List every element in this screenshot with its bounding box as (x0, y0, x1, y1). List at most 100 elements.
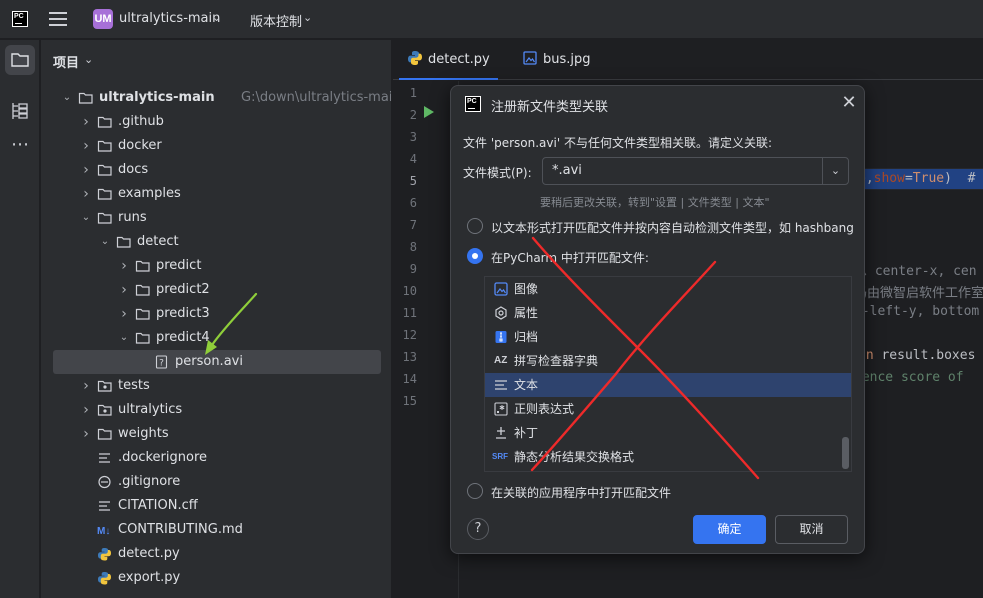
code-line-14: dence score of (854, 370, 964, 385)
structure-icon (12, 103, 28, 119)
list-scrollbar[interactable] (842, 437, 849, 469)
chevron-right-icon[interactable]: › (118, 278, 130, 302)
chevron-right-icon[interactable]: › (118, 254, 130, 278)
list-item-spellchecker-dictionary[interactable]: AZ 拼写检查器字典 (485, 349, 851, 373)
list-item-regex[interactable]: 正则表达式 (485, 397, 851, 421)
chevron-right-icon[interactable]: › (80, 398, 92, 422)
folder-icon (97, 116, 112, 128)
radio-open-as-text-label[interactable]: 以文本形式打开匹配文件并按内容自动检测文件类型，如 hashbang (491, 219, 854, 236)
panel-title[interactable]: 项目 (53, 52, 79, 71)
tree-item-person-avi[interactable]: ? person.avi (53, 350, 381, 374)
radio-open-in-pycharm[interactable] (467, 248, 483, 264)
line-number: 3 (409, 130, 417, 144)
tree-item-gitignore[interactable]: .gitignore (53, 470, 381, 494)
chevron-down-icon[interactable]: ⌄ (84, 53, 93, 66)
project-name[interactable]: ultralytics-main (119, 11, 220, 26)
tree-item-label: CITATION.cff (118, 498, 198, 513)
chevron-down-icon[interactable]: ⌄ (822, 158, 848, 184)
list-item-properties[interactable]: 属性 (485, 301, 851, 325)
tree-item-label: runs (118, 210, 147, 225)
tree-item-citation-cff[interactable]: CITATION.cff (53, 494, 381, 518)
file-pattern-value[interactable]: *.avi (552, 163, 582, 178)
tree-item-label: ultralytics-main (99, 90, 215, 105)
structure-tool-button[interactable] (5, 96, 35, 126)
radio-open-associated-app[interactable] (467, 483, 483, 499)
tree-item-export-py[interactable]: export.py (53, 566, 381, 590)
tree-item-predict[interactable]: › predict (53, 254, 381, 278)
list-item-image[interactable]: 图像 (485, 277, 851, 301)
tree-item-dockerignore[interactable]: .dockerignore (53, 446, 381, 470)
chevron-right-icon[interactable]: › (80, 182, 92, 206)
tab-bus-jpg[interactable]: bus.jpg (523, 40, 591, 80)
tree-item-ultralytics[interactable]: › ultralytics (53, 398, 381, 422)
list-item-label: 属性 (514, 306, 539, 320)
tree-item-label: detect (137, 234, 179, 249)
chevron-right-icon[interactable]: › (80, 422, 92, 446)
file-pattern-combo[interactable]: *.avi ⌄ (542, 157, 849, 185)
tree-item-label: predict3 (156, 306, 210, 321)
line-number: 8 (409, 240, 417, 254)
tree-item-contributing-md[interactable]: M↓ CONTRIBUTING.md (53, 518, 381, 542)
chevron-down-icon[interactable]: ⌄ (303, 11, 312, 24)
project-avatar[interactable]: UM (93, 9, 113, 29)
svg-text:?: ? (159, 359, 164, 369)
more-tools-icon[interactable]: ⋯ (5, 136, 35, 166)
code-line-10: 码由微智启软件工作室 (854, 286, 983, 301)
chevron-down-icon[interactable]: ⌄ (212, 11, 221, 24)
chevron-right-icon[interactable]: › (118, 302, 130, 326)
tree-item-predict2[interactable]: › predict2 (53, 278, 381, 302)
chevron-right-icon[interactable]: › (80, 374, 92, 398)
line-number: 7 (409, 218, 417, 232)
project-tool-button[interactable] (5, 45, 35, 75)
tree-item-ultralytics-main[interactable]: ⌄ ultralytics-main G:\down\ultralytics-mai… (53, 86, 391, 110)
tree-item-docker[interactable]: › docker (53, 134, 381, 158)
run-icon[interactable] (424, 106, 434, 118)
sarif-icon: SRF (492, 452, 508, 461)
radio-open-in-pycharm-label[interactable]: 在PyCharm 中打开匹配文件: (491, 249, 649, 266)
chevron-right-icon[interactable]: › (80, 134, 92, 158)
chevron-right-icon[interactable]: › (80, 158, 92, 182)
tree-item-detect[interactable]: ⌄ detect (53, 230, 381, 254)
file-type-list[interactable]: 图像 属性 归档 AZ 拼写检查器字典 文本 正则表达式 补丁 SRF 静态分析… (484, 276, 852, 472)
tree-item-runs[interactable]: ⌄ runs (53, 206, 381, 230)
tree-item-tests[interactable]: › tests (53, 374, 381, 398)
cancel-button[interactable]: 取消 (775, 515, 848, 544)
package-folder-icon (97, 380, 112, 392)
tree-item-label: person.avi (175, 354, 243, 369)
list-item-archive[interactable]: 归档 (485, 325, 851, 349)
tree-item-docs[interactable]: › docs (53, 158, 381, 182)
register-file-type-dialog: PC 注册新文件类型关联 ✕ 文件 'person.avi' 不与任何文件类型相… (450, 85, 865, 554)
tree-item-predict3[interactable]: › predict3 (53, 302, 381, 326)
folder-icon (116, 236, 131, 248)
tree-item-detect-py[interactable]: detect.py (53, 542, 381, 566)
tree-item-examples[interactable]: › examples (53, 182, 381, 206)
list-item-text[interactable]: 文本 (485, 373, 851, 397)
folder-icon (135, 332, 150, 344)
tree-item-label: weights (118, 426, 169, 441)
chevron-down-icon[interactable]: ⌄ (118, 326, 130, 350)
tree-item-label: CONTRIBUTING.md (118, 522, 243, 537)
tree-item-label: examples (118, 186, 181, 201)
list-item-sarif[interactable]: SRF 静态分析结果交换格式 (485, 445, 851, 469)
help-button[interactable]: ? (467, 518, 489, 540)
tab-detect-py[interactable]: detect.py (399, 40, 498, 80)
tree-item-weights[interactable]: › weights (53, 422, 381, 446)
chevron-down-icon[interactable]: ⌄ (80, 206, 92, 230)
chevron-down-icon[interactable]: ⌄ (99, 230, 111, 254)
chevron-down-icon[interactable]: ⌄ (61, 86, 73, 110)
close-icon[interactable]: ✕ (839, 93, 859, 113)
radio-open-associated-app-label[interactable]: 在关联的应用程序中打开匹配文件 (491, 484, 671, 501)
folder-icon (97, 140, 112, 152)
folder-icon (78, 92, 93, 104)
python-icon (98, 572, 111, 585)
tree-item-label: .dockerignore (118, 450, 208, 465)
list-item-label: 补丁 (514, 426, 539, 440)
ok-button[interactable]: 确定 (693, 515, 766, 544)
radio-open-as-text[interactable] (467, 218, 483, 234)
list-item-patch[interactable]: 补丁 (485, 421, 851, 445)
tree-item-predict4[interactable]: ⌄ predict4 (53, 326, 381, 350)
vcs-menu[interactable]: 版本控制 (250, 11, 302, 30)
chevron-right-icon[interactable]: › (80, 110, 92, 134)
tree-item-github[interactable]: › .github (53, 110, 381, 134)
main-menu-icon[interactable] (49, 12, 67, 26)
